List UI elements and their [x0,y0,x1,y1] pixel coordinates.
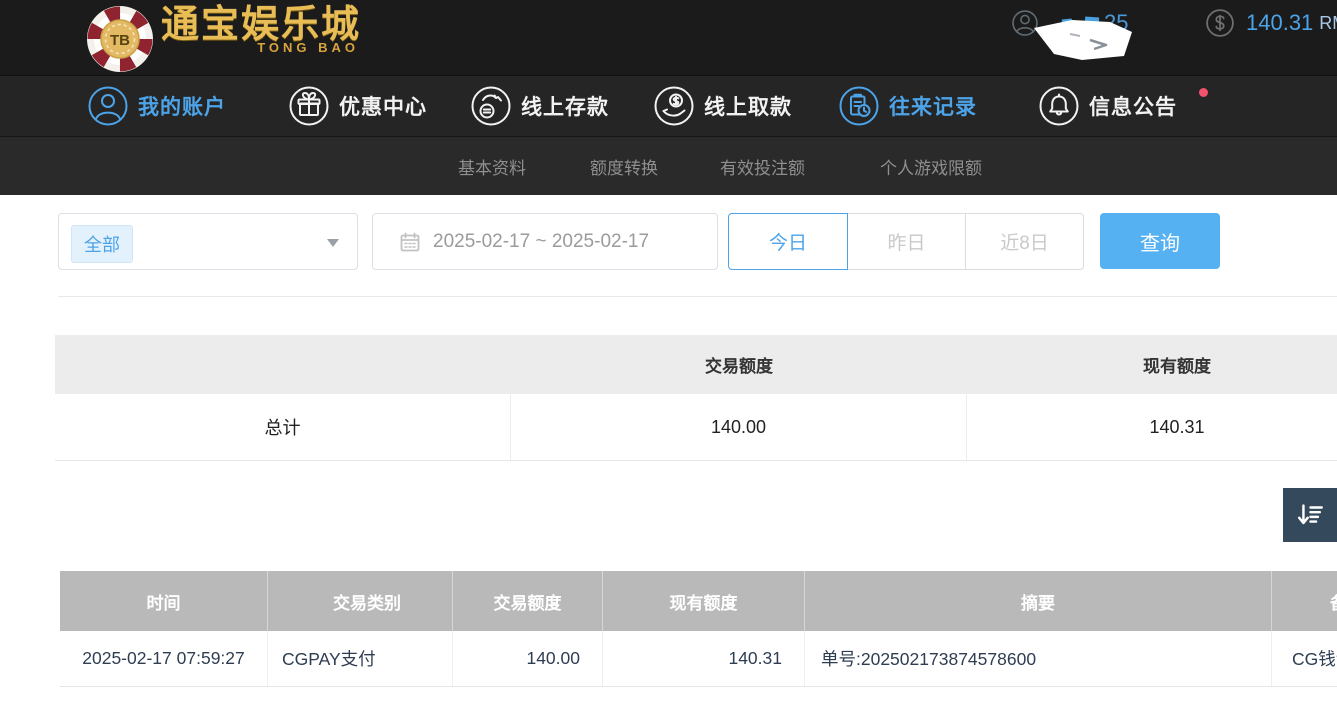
balance-amount: 140.31 [1246,10,1313,36]
records-table: 时间 交易类别 交易额度 现有额度 摘要 备注 2025-02-17 07:59… [60,571,1337,687]
summary-col-transaction-amount: 交易额度 [511,335,967,394]
summary-table-header: 交易额度 现有额度 [55,335,1337,394]
poker-chip-icon: TB [85,4,155,74]
range-button-last-8-days[interactable]: 近8日 [966,213,1084,270]
subnav-item-credit-transfer[interactable]: 额度转换 [590,154,658,179]
account-sub-navigation: 基本资料 额度转换 有效投注额 个人游戏限额 [0,137,1337,195]
summary-total-label: 总计 [55,394,511,460]
summary-total-row: 总计 140.00 140.31 [55,394,1337,461]
dollar-coin-icon [1206,9,1234,37]
range-button-yesterday[interactable]: 昨日 [848,213,966,270]
svg-text:TB: TB [110,32,130,49]
balance-display: 140.31 RMB [1206,9,1337,37]
record-balance: 140.31 [603,631,805,686]
quick-range-group: 今日 昨日 近8日 [728,213,1084,270]
nav-item-online-deposit[interactable]: 线上存款 [471,76,609,136]
withdraw-icon [654,86,694,126]
top-bar: TB 通宝娱乐城 TONG BAO 25 [0,0,1337,75]
records-icon [839,86,879,126]
nav-item-promotions[interactable]: 优惠中心 [289,76,427,136]
record-amount: 140.00 [453,631,603,686]
balance-currency: RMB [1319,13,1337,34]
subnav-item-basic-info[interactable]: 基本资料 [458,154,526,179]
search-button[interactable]: 查询 [1100,213,1220,269]
transaction-records-page: TB 通宝娱乐城 TONG BAO 25 140 [0,0,1337,707]
records-col-note: 备注 [1272,571,1337,631]
calendar-icon [399,231,421,253]
sort-descending-icon [1295,500,1325,530]
site-logo[interactable]: TB 通宝娱乐城 TONG BAO [85,2,361,74]
main-navigation: 我的账户 优惠中心 线上存款 [0,75,1337,137]
chevron-down-icon [327,239,339,247]
bell-icon [1039,86,1079,126]
records-col-time: 时间 [60,571,268,631]
user-icon [88,86,128,126]
record-summary: 单号:202502173874578600 [805,631,1272,686]
notification-dot [1199,88,1208,97]
user-avatar-icon [1012,10,1038,36]
site-subtitle: TONG BAO [257,40,359,55]
nav-item-online-withdrawal[interactable]: 线上取款 [654,76,792,136]
obscured-username-remnant [1062,18,1073,25]
date-range-input[interactable]: 2025-02-17 ~ 2025-02-17 [372,213,718,270]
records-col-amount: 交易额度 [453,571,603,631]
subnav-item-personal-game-limits[interactable]: 个人游戏限额 [880,154,982,179]
records-col-type: 交易类别 [268,571,453,631]
records-col-balance: 现有额度 [603,571,805,631]
record-row: 2025-02-17 07:59:27 CGPAY支付 140.00 140.3… [60,631,1337,687]
selected-type-chip: 全部 [71,225,133,263]
summary-table: 交易额度 现有额度 总计 140.00 140.31 [55,335,1337,461]
summary-col-current-balance: 现有额度 [967,335,1337,394]
range-button-today[interactable]: 今日 [728,213,848,270]
record-note: CG钱包 [1272,631,1337,686]
nav-item-my-account[interactable]: 我的账户 [88,76,226,136]
summary-current-balance: 140.31 [967,394,1337,460]
date-range-value: 2025-02-17 ~ 2025-02-17 [433,231,649,253]
nav-item-transaction-records[interactable]: 往来记录 [839,76,977,136]
nav-item-announcements[interactable]: 信息公告 [1039,76,1177,136]
summary-transaction-amount: 140.00 [511,394,967,460]
records-table-header: 时间 交易类别 交易额度 现有额度 摘要 备注 [60,571,1337,631]
username-text: 25 [1104,10,1128,36]
deposit-icon [471,86,511,126]
transaction-type-select[interactable]: 全部 [58,213,358,270]
record-type: CGPAY支付 [268,631,453,686]
obscured-username-remnant [1085,17,1099,25]
sort-order-button[interactable] [1283,488,1337,542]
record-time: 2025-02-17 07:59:27 [60,631,268,686]
section-divider [58,296,1337,297]
subnav-item-valid-bets[interactable]: 有效投注额 [720,154,805,179]
summary-col-empty [55,335,511,394]
records-col-summary: 摘要 [805,571,1272,631]
gift-icon [289,86,329,126]
